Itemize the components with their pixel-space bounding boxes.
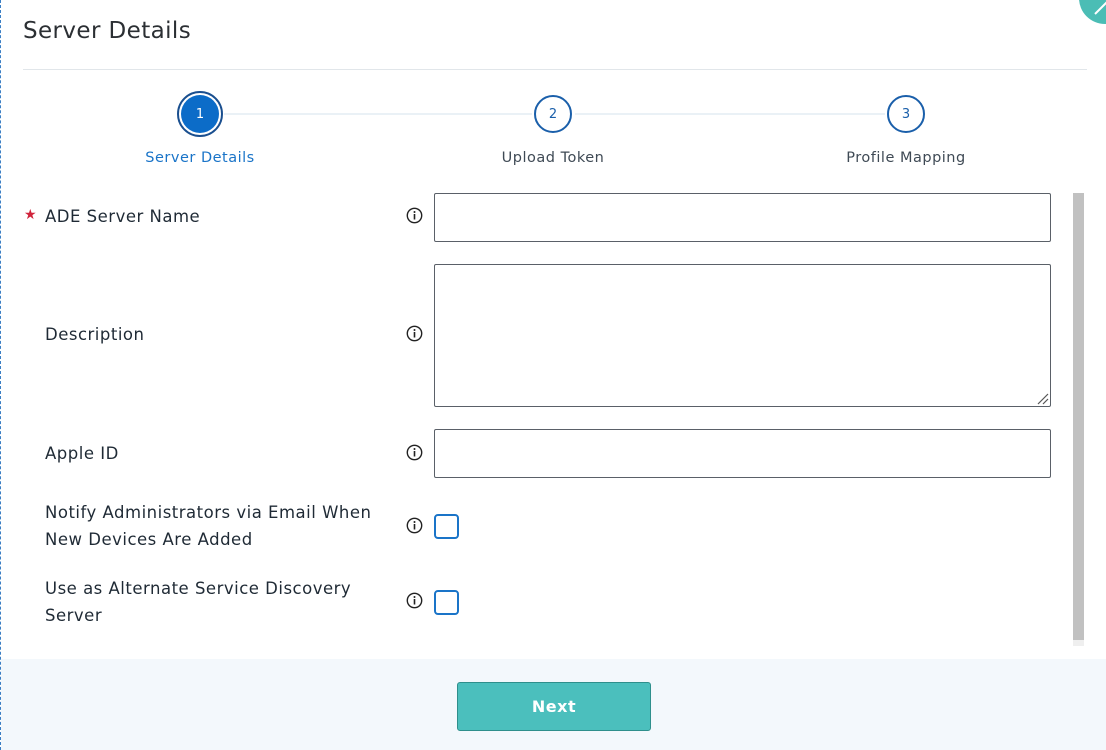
resize-handle-icon[interactable] [1037,393,1049,405]
alternate-discovery-checkbox[interactable] [434,590,459,615]
server-name-input[interactable] [434,193,1051,242]
server-name-label: ADE Server Name [45,207,201,226]
step-1-label: Server Details [145,150,255,166]
required-indicator: ★ [24,207,37,223]
apple-id-label: Apple ID [45,444,119,463]
info-icon[interactable] [406,517,423,534]
info-icon[interactable] [406,207,423,224]
notify-admins-checkbox[interactable] [434,514,459,539]
title-divider [23,69,1087,70]
close-button[interactable] [1079,0,1106,24]
description-textarea[interactable] [434,264,1051,407]
dialog-left-edge [0,0,1,750]
close-icon [1094,1,1106,15]
scrollbar-thumb[interactable] [1073,193,1084,640]
apple-id-input[interactable] [434,429,1051,478]
description-label: Description [45,325,145,344]
step-1-number: 1 [181,95,219,133]
info-icon[interactable] [406,444,423,461]
stepper-connector [575,113,885,115]
step-1-indicator[interactable]: 1 [177,91,223,137]
step-2-label: Upload Token [501,150,605,166]
next-button[interactable]: Next [457,682,651,731]
step-3-label: Profile Mapping [846,150,966,166]
alternate-discovery-label: Use as Alternate Service Discovery Serve… [45,579,352,625]
step-3-indicator[interactable]: 3 [887,95,925,133]
info-icon[interactable] [406,592,423,609]
step-2-indicator[interactable]: 2 [534,95,572,133]
stepper-connector [224,113,532,115]
notify-admins-label: Notify Administrators via Email When New… [45,503,372,549]
dialog-title: Server Details [23,18,192,44]
info-icon[interactable] [406,325,423,342]
